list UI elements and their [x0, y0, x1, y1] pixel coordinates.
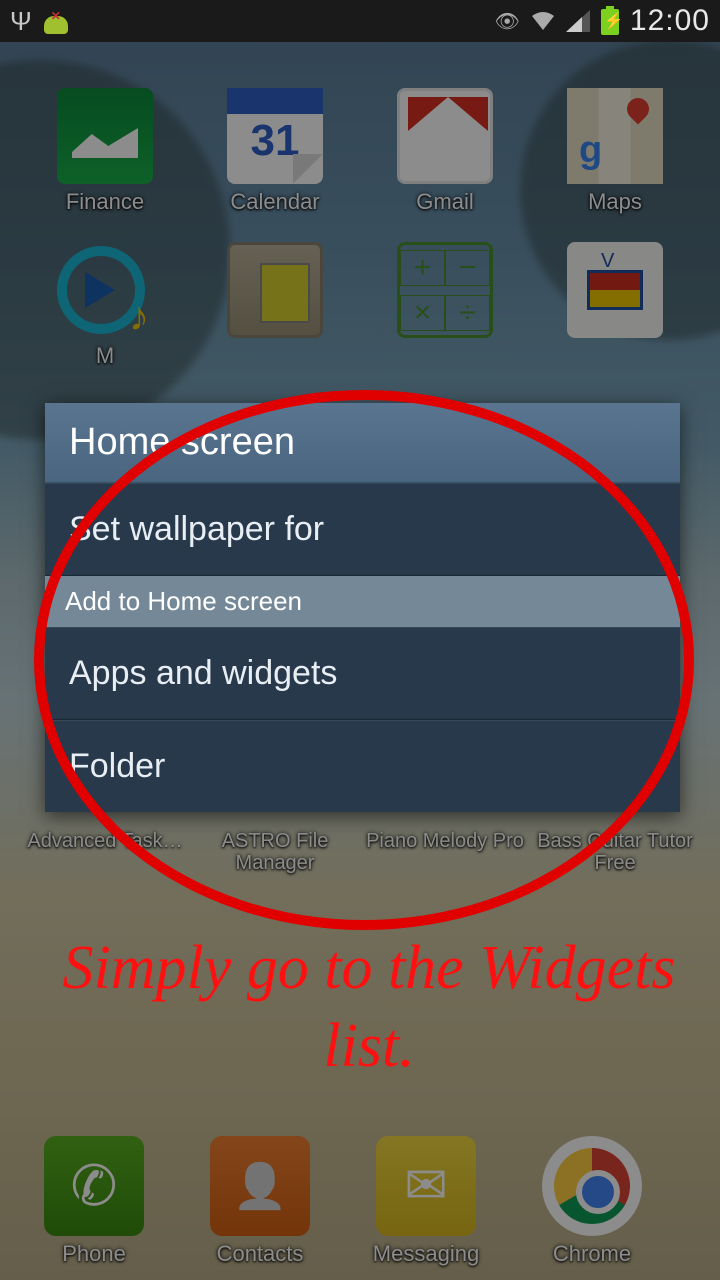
home-screen-context-menu: Home screen Set wallpaper for Add to Hom… — [45, 403, 680, 812]
status-bar: Ψ ✕ 👁 ⚡ 12:00 — [0, 0, 720, 42]
menu-item-folder[interactable]: Folder — [45, 720, 680, 812]
dialog-title: Home screen — [45, 403, 680, 483]
status-clock: 12:00 — [630, 4, 710, 38]
signal-icon — [566, 10, 590, 32]
menu-item-set-wallpaper[interactable]: Set wallpaper for — [45, 483, 680, 576]
usb-icon: Ψ — [10, 6, 32, 37]
android-debug-icon: ✕ — [44, 8, 68, 34]
menu-section-add-to-home: Add to Home screen — [45, 576, 680, 627]
wifi-icon — [530, 10, 556, 32]
menu-item-apps-widgets[interactable]: Apps and widgets — [45, 627, 680, 720]
smart-stay-icon: 👁 — [495, 9, 520, 34]
battery-charging-icon: ⚡ — [600, 7, 620, 35]
